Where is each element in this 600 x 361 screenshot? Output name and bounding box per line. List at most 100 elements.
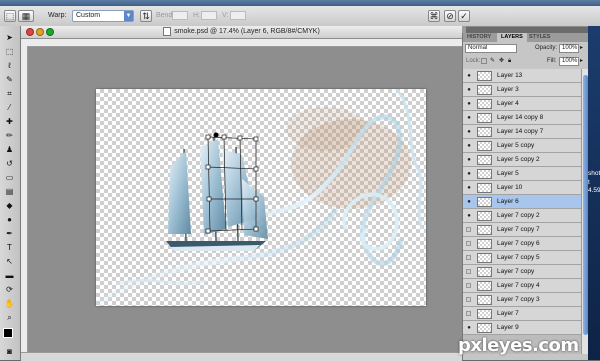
eye-hidden-icon[interactable] (466, 227, 471, 232)
layer-row[interactable]: ● Layer 3 (463, 83, 581, 97)
eyedropper-tool-icon[interactable]: ⁄ (3, 102, 16, 113)
layer-row[interactable]: Layer 7 copy 6 (463, 237, 581, 251)
layer-row[interactable]: ● Layer 5 copy 2 (463, 153, 581, 167)
history-brush-tool-icon[interactable]: ↺ (3, 158, 16, 169)
eye-icon[interactable]: ● (466, 185, 472, 191)
layer-row[interactable]: Layer 7 copy 4 (463, 279, 581, 293)
layer-thumbnail (477, 281, 492, 291)
background-window-text-2: t 4.59 (588, 179, 600, 194)
layer-row[interactable]: Layer 7 copy 5 (463, 251, 581, 265)
zoom-window-icon[interactable] (46, 28, 54, 36)
healing-tool-icon[interactable]: ✚ (3, 116, 16, 127)
eye-icon[interactable]: ● (466, 87, 472, 93)
3d-tool-icon[interactable]: ⟳ (3, 284, 16, 295)
layer-row[interactable]: ● Layer 14 copy 7 (463, 125, 581, 139)
canvas[interactable] (96, 89, 426, 306)
layer-row[interactable]: Layer 7 copy (463, 265, 581, 279)
layer-name: Layer 7 copy 5 (497, 254, 540, 261)
document-title-bar[interactable]: smoke.psd @ 17.4% (Layer 6, RGB/8#/CMYK) (21, 26, 462, 39)
eye-icon[interactable]: ● (466, 325, 472, 331)
layer-row[interactable]: ● Layer 14 copy 8 (463, 111, 581, 125)
fill-chevron-icon[interactable]: ▸ (580, 57, 583, 66)
eye-hidden-icon[interactable] (466, 297, 471, 302)
eye-hidden-icon[interactable] (466, 283, 471, 288)
eye-hidden-icon[interactable] (466, 269, 471, 274)
eye-icon[interactable]: ● (466, 199, 472, 205)
stamp-tool-icon[interactable]: ♟ (3, 144, 16, 155)
minimize-window-icon[interactable] (36, 28, 44, 36)
eye-icon[interactable]: ● (466, 157, 472, 163)
h-field[interactable] (201, 11, 217, 20)
layer-thumbnail (477, 225, 492, 235)
transform-tool-icon[interactable]: ⬚ (4, 10, 16, 22)
warp-grid-anchor-point[interactable] (213, 132, 219, 138)
opacity-field[interactable]: 100% (559, 44, 579, 53)
eye-icon[interactable]: ● (466, 213, 472, 219)
lasso-tool-icon[interactable]: ℓ (3, 60, 16, 71)
dodge-tool-icon[interactable]: ● (3, 214, 16, 225)
quick-select-tool-icon[interactable]: ✎ (3, 74, 16, 85)
warp-orientation-button[interactable]: ⇅ (140, 10, 152, 22)
lock-transparency-icon[interactable] (481, 58, 487, 64)
pen-tool-icon[interactable]: ✒ (3, 228, 16, 239)
marquee-tool-icon[interactable]: ⬚ (3, 46, 16, 57)
layer-thumbnail (477, 113, 492, 123)
layer-row[interactable]: ● Layer 9 (463, 321, 581, 335)
reference-point-icon[interactable]: ▦ (18, 10, 34, 22)
layer-row[interactable]: ● Layer 5 (463, 167, 581, 181)
foreground-color-swatch[interactable] (3, 328, 13, 338)
tab-history[interactable]: HISTORY (463, 33, 495, 42)
eye-icon[interactable]: ● (466, 73, 472, 79)
layer-row[interactable]: ● Layer 10 (463, 181, 581, 195)
v-label: V: (222, 12, 229, 19)
switch-transform-icon[interactable]: ⌘ (428, 10, 440, 22)
lock-all-icon[interactable]: 🔒︎ (508, 57, 511, 66)
brush-tool-icon[interactable]: ✏ (3, 130, 16, 141)
eye-icon[interactable]: ● (466, 143, 472, 149)
v-field[interactable] (230, 11, 246, 20)
opacity-chevron-icon[interactable]: ▸ (580, 44, 583, 53)
move-tool-icon[interactable]: ➤ (3, 32, 16, 43)
commit-transform-icon[interactable]: ✓ (458, 10, 470, 22)
lock-position-icon[interactable]: ✥ (499, 57, 504, 66)
crop-tool-icon[interactable]: ⌗ (3, 88, 16, 99)
lock-pixels-icon[interactable]: ✎ (490, 57, 495, 66)
quick-mask-icon[interactable]: ◙ (3, 346, 16, 357)
gradient-tool-icon[interactable]: ▤ (3, 186, 16, 197)
layer-row[interactable]: ● Layer 7 copy 2 (463, 209, 581, 223)
eraser-tool-icon[interactable]: ▭ (3, 172, 16, 183)
cancel-transform-icon[interactable]: ⊘ (444, 10, 456, 22)
layer-row[interactable]: ● Layer 13 (463, 69, 581, 83)
hand-tool-icon[interactable]: ✋ (3, 298, 16, 309)
layer-thumbnail (477, 85, 492, 95)
eye-icon[interactable]: ● (466, 115, 472, 121)
eye-icon[interactable]: ● (466, 129, 472, 135)
layer-row[interactable]: Layer 7 (463, 307, 581, 321)
layer-row[interactable]: Layer 7 copy 3 (463, 293, 581, 307)
document-file-icon (163, 26, 172, 36)
layer-row[interactable]: ● Layer 4 (463, 97, 581, 111)
bend-field[interactable] (172, 11, 188, 20)
layer-thumbnail (477, 253, 492, 263)
warp-style-select[interactable]: Custom ▼ (72, 10, 134, 22)
path-select-tool-icon[interactable]: ↖ (3, 256, 16, 267)
layer-row[interactable]: Layer 7 copy 7 (463, 223, 581, 237)
document-window: smoke.psd @ 17.4% (Layer 6, RGB/8#/CMYK) (21, 26, 462, 361)
layer-name: Layer 7 (497, 310, 519, 317)
eye-hidden-icon[interactable] (466, 255, 471, 260)
eye-icon[interactable]: ● (466, 101, 472, 107)
layer-row[interactable]: ● Layer 6 (463, 195, 581, 209)
eye-hidden-icon[interactable] (466, 241, 471, 246)
close-window-icon[interactable] (26, 28, 34, 36)
fill-field[interactable]: 100% (559, 57, 579, 66)
type-tool-icon[interactable]: T (3, 242, 16, 253)
layer-row[interactable]: ● Layer 5 copy (463, 139, 581, 153)
zoom-tool-icon[interactable]: ⌕ (3, 312, 16, 323)
eye-hidden-icon[interactable] (466, 311, 471, 316)
tab-layers[interactable]: LAYERS (497, 33, 527, 42)
eye-icon[interactable]: ● (466, 171, 472, 177)
tab-styles[interactable]: STYLES (525, 33, 554, 42)
blend-mode-select[interactable]: Normal (465, 44, 517, 53)
blur-tool-icon[interactable]: ◆ (3, 200, 16, 211)
shape-tool-icon[interactable]: ▬ (3, 270, 16, 281)
